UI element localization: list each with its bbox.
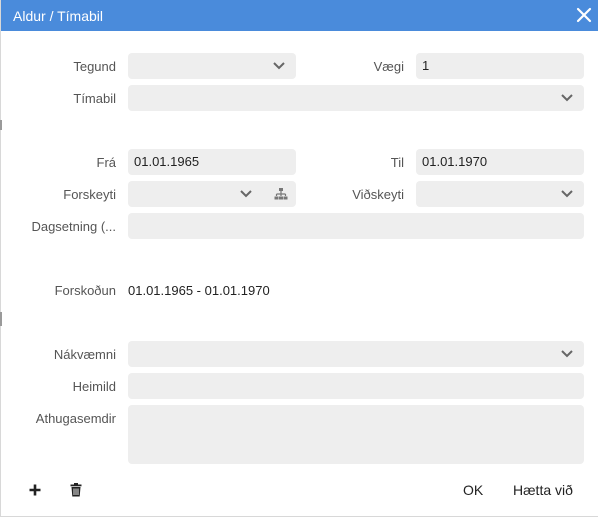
nakvaemni-label: Nákvæmni — [53, 347, 116, 362]
dagsetning-input[interactable] — [128, 213, 584, 239]
close-icon[interactable] — [573, 3, 595, 27]
athugasemdir-textarea[interactable] — [128, 405, 584, 464]
dagsetning-label: Dagsetning (... — [31, 219, 116, 234]
nakvaemni-select[interactable] — [128, 341, 584, 367]
trash-icon[interactable] — [70, 483, 82, 497]
window-edge-marker — [0, 312, 2, 326]
dialog-title: Aldur / Tímabil — [13, 8, 103, 24]
dialog-titlebar: Aldur / Tímabil — [1, 0, 598, 31]
chevron-down-icon — [561, 94, 573, 102]
forskodun-label: Forskoðun — [54, 283, 116, 298]
hierarchy-icon[interactable] — [274, 187, 288, 201]
vaegi-value: 1 — [422, 58, 430, 73]
chevron-down-icon — [240, 190, 252, 198]
til-value: 01.01.1970 — [422, 154, 488, 169]
timabil-select[interactable] — [128, 85, 584, 111]
til-input[interactable]: 01.01.1970 — [416, 149, 584, 175]
athugasemdir-label: Athugasemdir — [35, 411, 116, 426]
timabil-label: Tímabil — [73, 91, 116, 106]
window-edge-marker — [0, 120, 2, 130]
fra-value: 01.01.1965 — [134, 154, 200, 169]
chevron-down-icon — [561, 350, 573, 358]
plus-icon[interactable] — [28, 483, 42, 497]
tegund-select[interactable] — [128, 53, 296, 79]
heimild-label: Heimild — [72, 379, 116, 394]
fra-input[interactable]: 01.01.1965 — [128, 149, 296, 175]
chevron-down-icon — [273, 62, 285, 70]
vaegi-label: Vægi — [373, 59, 404, 74]
forskeyti-label: Forskeyti — [63, 187, 116, 202]
ok-button[interactable]: OK — [463, 482, 483, 498]
vaegi-input[interactable]: 1 — [416, 53, 584, 79]
forskodun-value: 01.01.1965 - 01.01.1970 — [128, 283, 270, 298]
forskeyti-select[interactable] — [128, 181, 296, 207]
chevron-down-icon — [561, 190, 573, 198]
fra-label: Frá — [96, 155, 117, 170]
dialog: Aldur / Tímabil Tegund Vægi 1 Tímabil Fr… — [0, 0, 598, 517]
vidskeyti-select[interactable] — [416, 181, 584, 207]
tegund-label: Tegund — [73, 59, 116, 74]
til-label: Til — [390, 155, 404, 170]
cancel-button[interactable]: Hætta við — [513, 482, 573, 498]
vidskeyti-label: Viðskeyti — [352, 187, 404, 202]
heimild-input[interactable] — [128, 373, 584, 399]
